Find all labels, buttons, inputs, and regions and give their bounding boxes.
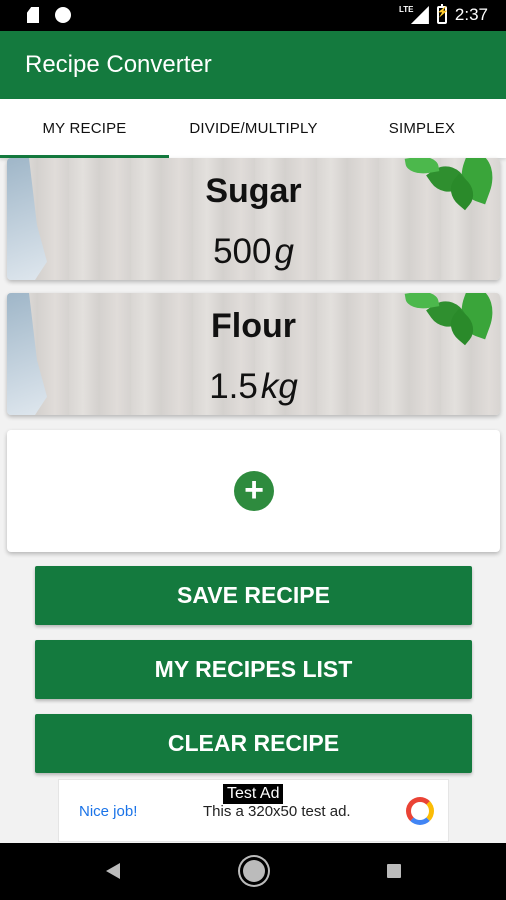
ingredient-quantity: 1.5kg (7, 367, 500, 407)
ad-text: This a 320x50 test ad. (203, 803, 351, 820)
back-icon[interactable] (106, 863, 120, 879)
plus-icon[interactable]: + (234, 471, 274, 511)
battery-icon (436, 4, 449, 24)
ingredient-unit: kg (260, 367, 298, 406)
ingredient-name: Sugar (205, 172, 302, 210)
app-bar: Recipe Converter (0, 31, 506, 99)
tab-simplex[interactable]: SIMPLEX (338, 99, 506, 158)
clear-recipe-button[interactable]: CLEAR RECIPE (35, 714, 472, 773)
status-bar: LTE 2:37 (0, 0, 506, 31)
add-ingredient-card[interactable]: + (7, 430, 500, 552)
home-icon[interactable] (243, 860, 265, 882)
recent-apps-icon[interactable] (387, 864, 401, 878)
status-time: 2:37 (454, 5, 488, 24)
ad-logo-icon (406, 797, 434, 825)
ingredient-card[interactable]: Flour 1.5kg (7, 293, 500, 415)
ingredient-amount: 1.5 (209, 367, 258, 406)
my-recipes-list-button[interactable]: MY RECIPES LIST (35, 640, 472, 699)
ingredient-amount: 500 (213, 232, 272, 271)
tab-divide-multiply[interactable]: DIVIDE/MULTIPLY (169, 99, 338, 158)
ad-banner[interactable]: Test Ad Nice job! This a 320x50 test ad. (58, 779, 449, 842)
save-recipe-button[interactable]: SAVE RECIPE (35, 566, 472, 625)
ad-nice-text: Nice job! (79, 803, 138, 820)
sd-card-icon (27, 7, 39, 23)
app-title: Recipe Converter (25, 51, 212, 78)
ingredient-unit: g (274, 232, 294, 271)
ad-label: Test Ad (223, 784, 284, 804)
ingredient-name: Flour (211, 307, 296, 345)
tab-my-recipe[interactable]: MY RECIPE (0, 99, 169, 158)
circle-icon (55, 7, 71, 23)
signal-icon (410, 6, 429, 24)
ingredient-card[interactable]: Sugar 500g (7, 158, 500, 280)
ingredient-quantity: 500g (7, 232, 500, 272)
navigation-bar (0, 843, 506, 900)
tab-bar: MY RECIPE DIVIDE/MULTIPLY SIMPLEX (0, 99, 506, 158)
